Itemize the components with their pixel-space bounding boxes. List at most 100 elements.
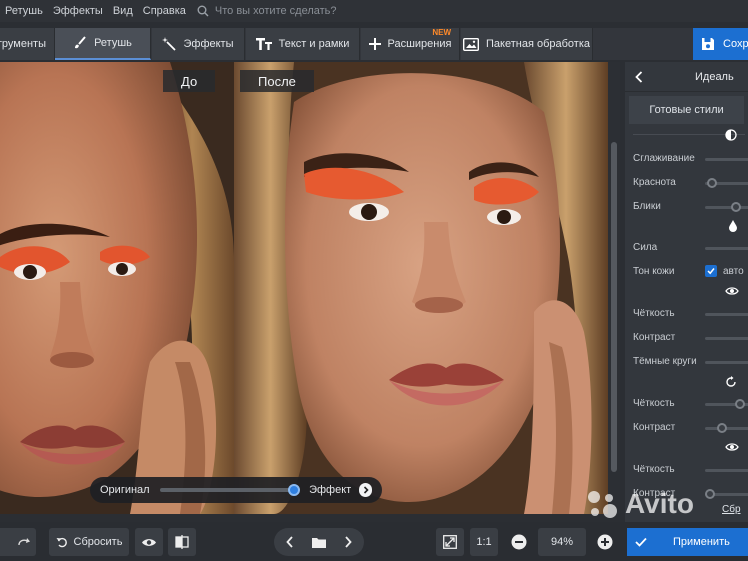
menu-help[interactable]: Справка — [138, 5, 191, 17]
before-label: До — [163, 70, 216, 92]
skin-tone-label: Тон кожи — [633, 266, 675, 277]
smoothing-label: Сглаживание — [633, 153, 695, 164]
file-navigation-group — [274, 528, 364, 556]
auto-skin-tone-checkbox[interactable] — [705, 265, 717, 277]
tab-text-frames[interactable]: Текст и рамки — [246, 28, 360, 60]
contrast-slider-2[interactable] — [705, 423, 748, 433]
sharpness-label-1: Чёткость — [633, 308, 675, 319]
new-badge: NEW — [432, 28, 451, 37]
save-button[interactable]: Сохра — [693, 28, 748, 60]
tab-tools[interactable]: струменты — [0, 28, 55, 60]
tab-extensions-label: Расширения — [387, 38, 452, 50]
highlights-slider-knob[interactable] — [731, 202, 741, 212]
tab-tools-label: струменты — [0, 38, 46, 50]
compare-original-label: Оригинал — [100, 484, 150, 496]
sharpness-slider-1[interactable] — [705, 313, 748, 316]
command-search[interactable]: Что вы хотите сделать? — [197, 5, 337, 17]
smoothing-slider[interactable] — [705, 158, 748, 161]
image-canvas[interactable]: До После — [0, 62, 620, 514]
contrast-slider-3-knob[interactable] — [705, 489, 715, 499]
preview-toggle-button[interactable] — [135, 528, 163, 556]
reset-button[interactable]: Сбросить — [49, 528, 129, 556]
presets-button[interactable]: Готовые стили — [629, 96, 744, 124]
compare-slider[interactable] — [159, 484, 301, 496]
dark-circles-slider[interactable] — [705, 361, 748, 364]
tab-extensions[interactable]: Расширения NEW — [361, 28, 460, 60]
auto-label: авто — [723, 266, 744, 277]
zoom-in-button[interactable] — [594, 528, 616, 556]
tab-retouch-label: Ретушь — [94, 37, 132, 49]
apply-button[interactable]: Применить — [627, 528, 748, 556]
sharpness-label-2: Чёткость — [633, 398, 675, 409]
rotate-icon[interactable] — [725, 376, 737, 388]
apply-label: Применить — [673, 536, 730, 548]
fit-to-screen-button[interactable] — [436, 528, 464, 556]
reset-label: Сбросить — [73, 536, 123, 548]
menu-view[interactable]: Вид — [108, 5, 138, 17]
search-icon — [197, 5, 209, 17]
sharpness-slider-2-knob[interactable] — [735, 399, 745, 409]
floppy-disk-icon — [702, 38, 714, 50]
after-label: После — [240, 70, 314, 92]
chevron-left-icon[interactable] — [286, 536, 294, 548]
compare-slider-knob[interactable] — [288, 484, 301, 496]
strength-slider[interactable] — [705, 247, 748, 250]
skin-target-icon[interactable] — [725, 129, 737, 141]
watermark-text: Avito — [625, 488, 694, 519]
panel-reset-link[interactable]: Сбр — [722, 504, 741, 515]
menu-bar: Ретушь Эффекты Вид Справка Что вы хотите… — [0, 0, 748, 22]
actual-size-button[interactable]: 1:1 — [470, 528, 498, 556]
undo-redo-group — [0, 528, 36, 556]
compare-next-button[interactable] — [359, 483, 372, 497]
magic-wand-icon — [162, 37, 177, 51]
canvas-vertical-scrollbar[interactable] — [608, 62, 620, 514]
menu-effects[interactable]: Эффекты — [48, 5, 108, 17]
contrast-slider-2-knob[interactable] — [717, 423, 727, 433]
folder-icon[interactable] — [312, 537, 326, 548]
tab-batch-label: Пакетная обработка — [486, 38, 590, 50]
eye-icon[interactable] — [725, 442, 739, 452]
retouch-settings-panel: Идеаль Готовые стили Сглаживание Краснот… — [625, 62, 748, 522]
avito-watermark: Avito — [585, 488, 694, 520]
main-toolbar: струменты Ретушь Эффекты Текст и рамки Р… — [0, 28, 748, 60]
dark-circles-label: Тёмные круги — [633, 356, 697, 367]
chevron-right-icon — [363, 486, 369, 494]
compare-view-button[interactable] — [168, 528, 196, 556]
sharpness-slider-3[interactable] — [705, 469, 748, 472]
brush-icon — [75, 36, 86, 49]
plus-icon — [368, 38, 381, 50]
tab-retouch[interactable]: Ретушь — [55, 28, 151, 60]
tab-effects[interactable]: Эффекты — [152, 28, 245, 60]
redness-slider-knob[interactable] — [707, 178, 717, 188]
chevron-right-icon[interactable] — [344, 536, 352, 548]
text-icon — [255, 38, 272, 50]
eye-icon[interactable] — [725, 286, 739, 296]
scrollbar-thumb[interactable] — [611, 142, 617, 472]
panel-title: Идеаль — [695, 70, 734, 83]
compare-slider-bar: Оригинал Эффект — [90, 477, 382, 503]
avito-logo-icon — [588, 491, 617, 518]
redo-icon[interactable] — [17, 537, 31, 547]
contrast-slider-1[interactable] — [705, 337, 748, 340]
zoom-out-button[interactable] — [508, 528, 530, 556]
drop-icon[interactable] — [729, 220, 737, 232]
sharpness-label-3: Чёткость — [633, 464, 675, 475]
contrast-label-2: Контраст — [633, 422, 676, 433]
strength-label: Сила — [633, 242, 658, 253]
tab-batch[interactable]: Пакетная обработка — [461, 28, 593, 60]
back-arrow-icon[interactable] — [635, 70, 643, 83]
sharpness-slider-2[interactable] — [705, 399, 748, 409]
menu-retouch[interactable]: Ретушь — [0, 5, 48, 17]
highlights-slider[interactable] — [705, 202, 748, 212]
batch-image-icon — [463, 37, 479, 51]
zoom-level[interactable]: 94% — [538, 528, 586, 556]
minus-circle-icon — [511, 534, 527, 550]
checkmark-icon — [635, 537, 647, 547]
redness-label: Краснота — [633, 177, 676, 188]
reset-icon — [56, 537, 67, 548]
tab-text-frames-label: Текст и рамки — [278, 38, 350, 50]
expand-icon — [443, 535, 457, 549]
contrast-slider-3[interactable] — [705, 489, 748, 499]
redness-slider[interactable] — [705, 178, 748, 188]
tab-effects-label: Эффекты — [183, 38, 234, 50]
